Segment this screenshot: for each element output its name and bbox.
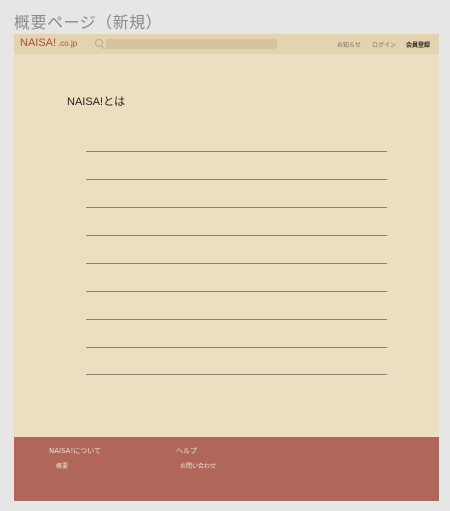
- content-placeholder-line: [86, 179, 387, 180]
- content-placeholder-line: [86, 374, 387, 375]
- page-frame: NAISA! .co.jp お知らせ ログイン 会員登録 NAISA!とは NAI…: [14, 34, 439, 501]
- footer-about-heading: NAISA!について: [49, 447, 102, 455]
- page-label: 概要ページ（新規）: [14, 13, 163, 32]
- footer-about-link[interactable]: 概要: [56, 461, 68, 470]
- nav-login-link[interactable]: ログイン: [372, 40, 396, 49]
- search-icon[interactable]: [95, 39, 103, 47]
- site-header: NAISA! .co.jp お知らせ ログイン 会員登録: [14, 34, 439, 54]
- site-logo[interactable]: NAISA! .co.jp: [20, 37, 77, 49]
- content-placeholder-line: [86, 291, 387, 292]
- footer-contact-link[interactable]: お問い合わせ: [180, 461, 216, 470]
- content-placeholder-line: [86, 319, 387, 320]
- content-placeholder-line: [86, 235, 387, 236]
- nav-news-link[interactable]: お知らせ: [337, 40, 361, 49]
- search-input[interactable]: [106, 39, 277, 49]
- content-placeholder-line: [86, 263, 387, 264]
- site-footer: NAISA!について 概要 ヘルプ お問い合わせ: [14, 437, 439, 501]
- content-placeholder-line: [86, 207, 387, 208]
- footer-help-heading: ヘルプ: [176, 447, 197, 455]
- content-placeholder-line: [86, 151, 387, 152]
- logo-main: NAISA!: [20, 37, 57, 49]
- nav-register-link[interactable]: 会員登録: [406, 40, 430, 49]
- logo-domain: .co.jp: [58, 39, 78, 48]
- content-placeholder-line: [86, 347, 387, 348]
- page-title: NAISA!とは: [67, 96, 126, 108]
